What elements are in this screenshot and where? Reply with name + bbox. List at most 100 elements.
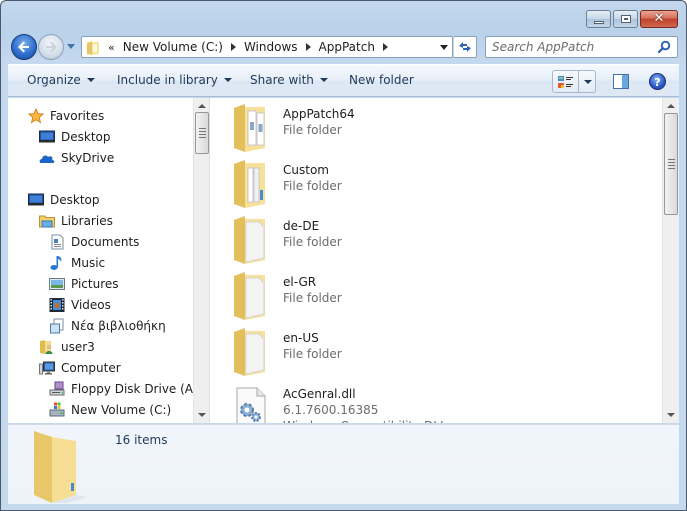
nav-label: Libraries: [61, 214, 113, 228]
film-icon: [49, 298, 65, 312]
nav-label: Desktop: [50, 193, 100, 207]
nav-user3[interactable]: user3: [39, 337, 95, 357]
nav-new-volume[interactable]: New Volume (C:): [49, 400, 171, 420]
grip-line: [668, 165, 675, 166]
file-type: File folder: [283, 347, 342, 361]
nav-pictures[interactable]: Pictures: [49, 274, 119, 294]
file-name: AppPatch64: [283, 107, 355, 121]
nav-skydrive[interactable]: SkyDrive: [39, 148, 114, 168]
organize-menu[interactable]: Organize: [27, 73, 95, 87]
nav-label: New Volume (C:): [71, 403, 172, 417]
nav-floppy-drive[interactable]: Floppy Disk Drive (A:): [49, 379, 202, 399]
include-in-library-menu[interactable]: Include in library: [117, 73, 232, 87]
navigation-row: « New Volume (C:) Windows AppPatch: [1, 33, 686, 61]
explorer-window: ✕ « New Volume (C:) Windows AppPatch Sea…: [0, 0, 687, 511]
nav-label: Favorites: [50, 109, 105, 123]
back-button[interactable]: [11, 34, 37, 60]
grip-line: [199, 134, 206, 135]
nav-music[interactable]: Music: [49, 253, 105, 273]
nav-new-library[interactable]: Νέα βιβλιοθήκη: [49, 316, 166, 336]
refresh-button[interactable]: [453, 36, 477, 58]
chevron-down-icon: [319, 78, 328, 82]
view-dropdown-icon[interactable]: [584, 80, 592, 84]
nav-favorites-desktop[interactable]: Desktop: [39, 127, 111, 147]
command-bar: Organize Include in library Share with N…: [8, 64, 679, 97]
nav-label: Floppy Disk Drive (A:): [71, 382, 202, 396]
breadcrumb-new-volume[interactable]: New Volume (C:): [123, 40, 223, 54]
scroll-up-arrow-icon[interactable]: [198, 104, 206, 108]
scroll-down-arrow-icon[interactable]: [667, 413, 675, 417]
divider: [578, 71, 579, 92]
file-list-scrollbar[interactable]: [662, 98, 679, 423]
folder-icon: [234, 272, 265, 320]
file-item-apppatch64[interactable]: AppPatch64 File folder: [231, 104, 651, 156]
grip-line: [668, 168, 675, 169]
hard-drive-icon: [49, 402, 65, 417]
minimize-button[interactable]: [586, 10, 611, 28]
file-type: File folder: [283, 291, 342, 305]
nav-label: Pictures: [71, 277, 119, 291]
address-bar[interactable]: « New Volume (C:) Windows AppPatch: [81, 36, 453, 58]
scrollbar-thumb[interactable]: [664, 113, 678, 215]
nav-label: Computer: [61, 361, 121, 375]
file-item-custom[interactable]: Custom File folder: [231, 160, 651, 212]
search-box[interactable]: [485, 36, 678, 58]
nav-desktop[interactable]: Desktop: [28, 190, 100, 210]
grip-line: [199, 128, 206, 129]
chevron-down-icon: [86, 78, 95, 82]
breadcrumb-overflow[interactable]: «: [108, 41, 115, 54]
file-name: AcGenral.dll: [283, 387, 356, 401]
breadcrumb-windows[interactable]: Windows: [244, 40, 298, 54]
folder-icon: [86, 40, 102, 55]
grip-line: [199, 131, 206, 132]
nav-pane-scrollbar[interactable]: [193, 98, 209, 423]
folder-icon: [234, 216, 265, 264]
breadcrumb-apppatch[interactable]: AppPatch: [319, 40, 375, 54]
search-input[interactable]: [492, 40, 652, 54]
nav-label: user3: [61, 340, 95, 354]
item-count: 16 items: [115, 433, 168, 447]
file-name: el-GR: [283, 275, 317, 289]
search-icon[interactable]: [657, 40, 671, 54]
help-button[interactable]: ?: [649, 73, 666, 90]
maximize-button[interactable]: [613, 10, 638, 28]
nav-videos[interactable]: Videos: [49, 295, 111, 315]
new-folder-button[interactable]: New folder: [349, 73, 414, 87]
nav-documents[interactable]: Documents: [49, 232, 139, 252]
nav-label: Music: [71, 256, 106, 270]
breadcrumb-separator-icon[interactable]: [230, 43, 236, 51]
file-item-el-gr[interactable]: el-GR File folder: [231, 272, 651, 324]
refresh-icon: [459, 42, 471, 52]
library-icon: [50, 318, 64, 334]
document-icon: [51, 234, 64, 250]
nav-libraries[interactable]: Libraries: [39, 211, 113, 231]
navigation-pane: Favorites Desktop SkyDrive Desktop Libra…: [8, 98, 210, 423]
nav-label: SkyDrive: [61, 151, 115, 165]
address-history-dropdown[interactable]: [440, 45, 448, 50]
close-button[interactable]: ✕: [640, 10, 678, 28]
file-item-en-us[interactable]: en-US File folder: [231, 328, 651, 380]
nav-label: Νέα βιβλιοθήκη: [71, 319, 166, 333]
scroll-up-arrow-icon[interactable]: [667, 104, 675, 108]
nav-label: Videos: [71, 298, 111, 312]
file-item-acgenral-dll[interactable]: AcGenral.dll 6.1.7600.16385 Windows Comp…: [231, 384, 651, 423]
grip-line: [668, 162, 675, 163]
forward-button[interactable]: [38, 34, 64, 60]
caption-buttons: ✕: [586, 10, 678, 28]
nav-favorites[interactable]: Favorites: [28, 106, 104, 126]
scroll-down-arrow-icon[interactable]: [198, 413, 206, 417]
change-view-button[interactable]: [552, 70, 596, 93]
file-item-de-de[interactable]: de-DE File folder: [231, 216, 651, 268]
nav-label: Documents: [71, 235, 140, 249]
scrollbar-thumb[interactable]: [195, 112, 209, 154]
nav-label: Desktop: [61, 130, 111, 144]
recent-pages-dropdown[interactable]: [67, 44, 75, 49]
breadcrumb-separator-icon[interactable]: [382, 43, 388, 51]
folder-icon: [234, 328, 265, 376]
file-type: File folder: [283, 179, 342, 193]
file-description: Windows Compatibility DLL: [283, 419, 447, 423]
share-with-menu[interactable]: Share with: [250, 73, 328, 87]
nav-computer[interactable]: Computer: [39, 358, 121, 378]
preview-pane-button[interactable]: [613, 74, 629, 89]
breadcrumb-separator-icon[interactable]: [305, 43, 311, 51]
